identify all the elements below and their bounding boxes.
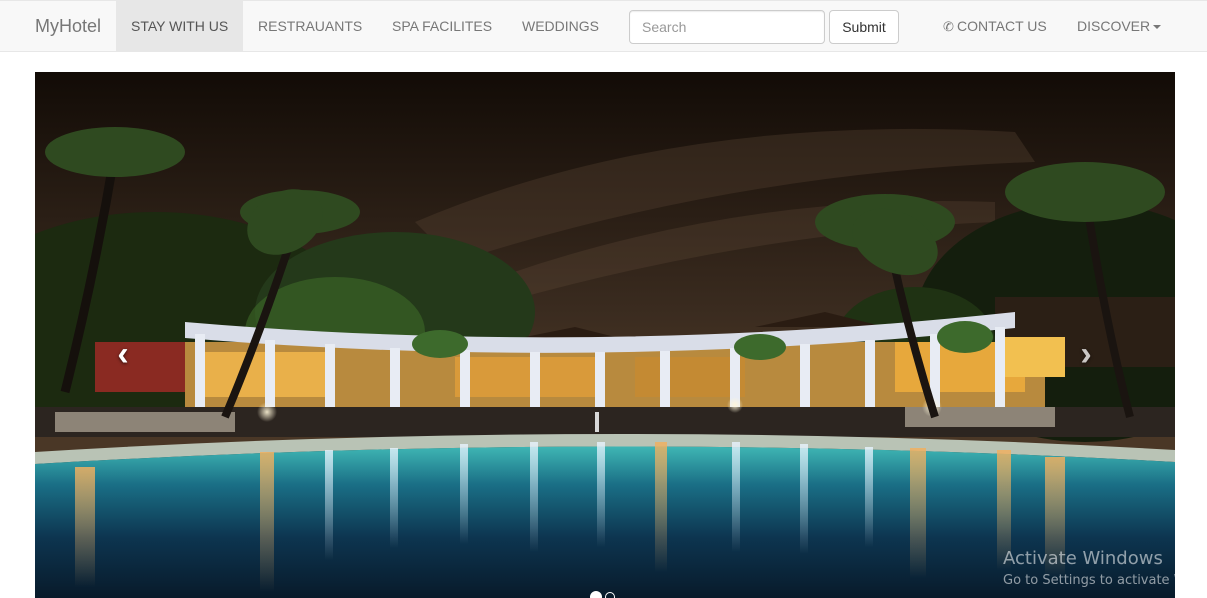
hero-carousel: ‹ ›: [35, 72, 1175, 598]
caret-down-icon: [1153, 25, 1162, 30]
carousel-indicator-1[interactable]: [590, 591, 602, 598]
nav-restaurants[interactable]: RESTRAUANTS: [243, 1, 377, 52]
search-input[interactable]: [629, 10, 825, 44]
chevron-left-icon[interactable]: ‹: [103, 334, 143, 374]
activate-windows-watermark: Activate Windows Go to Settings to activ…: [1003, 548, 1207, 588]
nav-contact-us[interactable]: ✆ CONTACT US: [928, 1, 1062, 52]
nav-stay-with-us[interactable]: STAY WITH US: [116, 1, 243, 52]
nav-weddings[interactable]: WEDDINGS: [507, 1, 614, 52]
chevron-right-icon[interactable]: ›: [1066, 334, 1106, 374]
phone-icon: ✆: [943, 19, 954, 34]
submit-button[interactable]: Submit: [829, 10, 899, 44]
discover-label: DISCOVER: [1077, 18, 1151, 34]
contact-label: CONTACT US: [957, 18, 1047, 34]
watermark-line-2: Go to Settings to activate Windows.: [1003, 573, 1207, 588]
watermark-line-1: Activate Windows: [1003, 548, 1163, 569]
nav-discover-dropdown[interactable]: DISCOVER: [1062, 1, 1176, 52]
nav-spa-facilities[interactable]: SPA FACILITES: [377, 1, 507, 52]
carousel-indicator-2[interactable]: [605, 592, 615, 598]
top-navbar: MyHotel STAY WITH US RESTRAUANTS SPA FAC…: [0, 0, 1207, 52]
hero-image: [35, 72, 1175, 598]
brand-logo[interactable]: MyHotel: [35, 1, 101, 52]
